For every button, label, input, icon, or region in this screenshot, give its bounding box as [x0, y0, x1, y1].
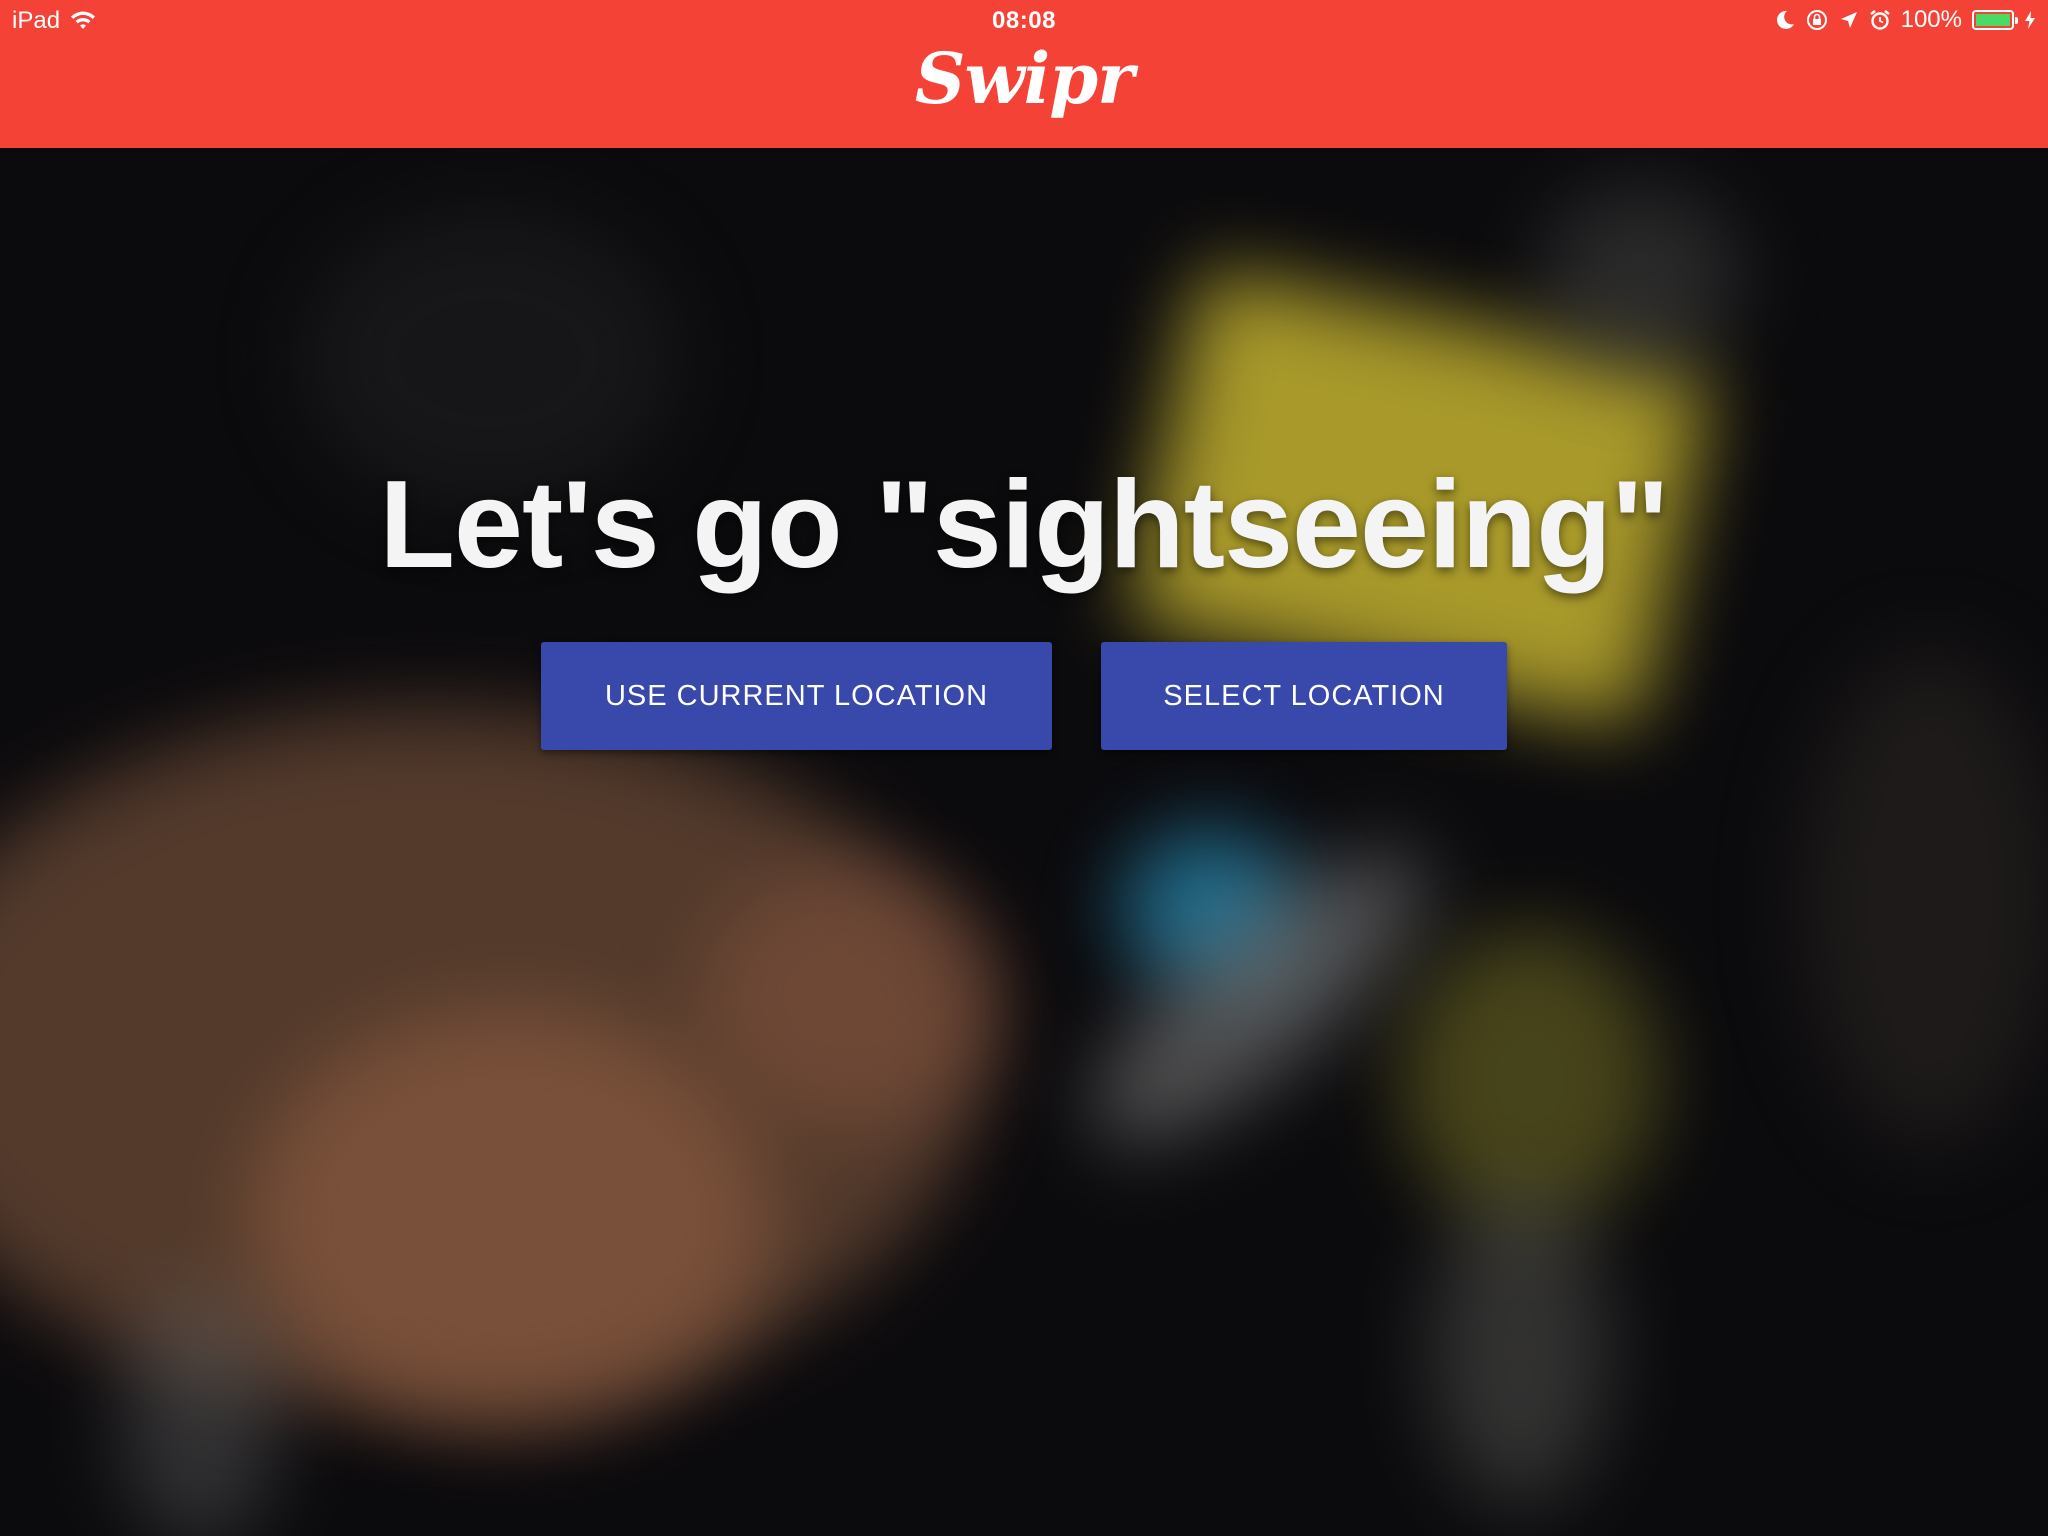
battery-percent: 100%	[1900, 6, 1962, 33]
location-arrow-icon	[1839, 10, 1859, 30]
battery-icon	[1972, 10, 2018, 30]
charging-bolt-icon	[2024, 10, 2036, 30]
background-photo	[0, 148, 2048, 1536]
hero-title: Let's go "sightseeing"	[379, 456, 1669, 594]
battery-level-fill	[1976, 14, 2010, 26]
select-location-button[interactable]: SELECT LOCATION	[1101, 642, 1507, 750]
status-time: 08:08	[992, 7, 1056, 34]
alarm-icon	[1869, 9, 1891, 31]
app-header: iPad 08:08 100% Swipr	[0, 0, 2048, 148]
use-current-location-button[interactable]: USE CURRENT LOCATION	[541, 642, 1052, 750]
moon-icon	[1775, 9, 1795, 31]
app-screen: iPad 08:08 100% Swipr Let's go "sightsee…	[0, 0, 2048, 1536]
status-right: 100%	[1775, 6, 2036, 34]
orientation-lock-icon	[1805, 8, 1829, 32]
app-logo: Swipr	[914, 37, 1134, 120]
